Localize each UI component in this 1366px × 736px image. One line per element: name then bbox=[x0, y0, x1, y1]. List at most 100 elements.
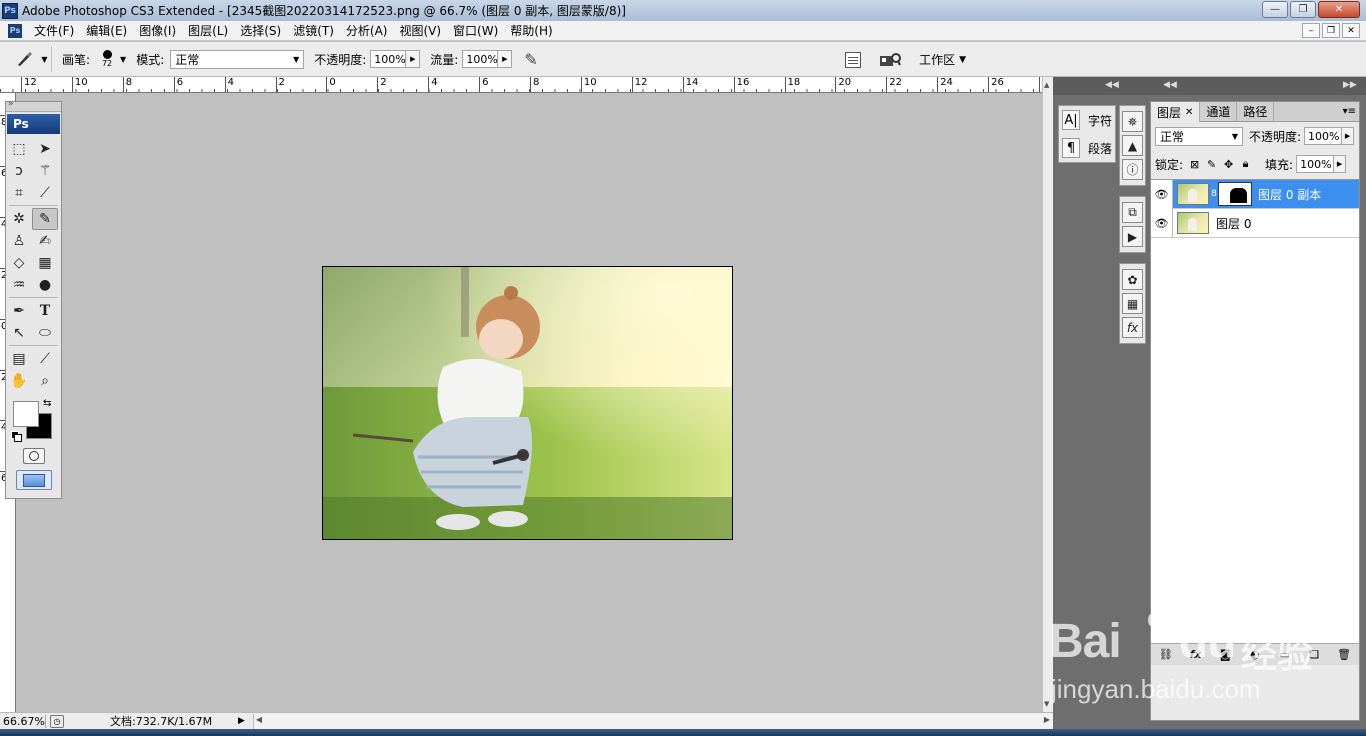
brush-picker[interactable]: 72 bbox=[98, 50, 116, 68]
collapse-icon[interactable]: ◀◀ bbox=[1163, 80, 1177, 90]
crop-tool-icon[interactable]: ⌗ bbox=[6, 182, 32, 204]
horizontal-ruler[interactable]: 121086420246810121416182022242628 bbox=[0, 77, 1042, 93]
eyedropper-tool-icon[interactable]: ⟋ bbox=[32, 348, 58, 370]
tab-channels[interactable]: 通道 bbox=[1200, 102, 1238, 121]
history-icon[interactable]: ⧉ bbox=[1122, 202, 1143, 223]
magic-wand-tool-icon[interactable]: ⚚ bbox=[32, 160, 58, 182]
menu-edit[interactable]: 编辑(E) bbox=[80, 22, 133, 39]
collapse-icon[interactable]: ◀◀ bbox=[1105, 80, 1119, 90]
minimize-button[interactable]: — bbox=[1262, 1, 1288, 18]
opacity-input[interactable]: 100% bbox=[370, 50, 407, 68]
palette-well-icon[interactable] bbox=[845, 51, 862, 68]
tool-preset-picker[interactable]: ▼ bbox=[12, 46, 52, 72]
expand-icon[interactable]: ▶▶ bbox=[1343, 80, 1357, 90]
history-brush-tool-icon[interactable]: ✍ bbox=[32, 230, 58, 252]
horizontal-scrollbar[interactable]: ◀ ▶ bbox=[252, 713, 1053, 729]
layer-style-fx-icon[interactable]: fx bbox=[1188, 648, 1204, 661]
dodge-tool-icon[interactable]: ● bbox=[32, 274, 58, 296]
document-minimize-button[interactable]: – bbox=[1302, 23, 1320, 38]
layer-name[interactable]: 图层 0 bbox=[1216, 215, 1251, 232]
workspace-menu-button[interactable]: 工作区 ▼ bbox=[919, 51, 966, 68]
styles-fx-icon[interactable]: fx bbox=[1122, 317, 1143, 338]
panel-menu-icon[interactable]: ▾≡ bbox=[1343, 106, 1356, 117]
layer-row[interactable]: 👁︎ 8 图层 0 副本 bbox=[1151, 179, 1359, 209]
bridge-icon[interactable] bbox=[879, 51, 902, 69]
zoom-level-field[interactable]: 66.67% bbox=[0, 714, 46, 728]
document-canvas[interactable] bbox=[322, 266, 733, 540]
scroll-right-icon[interactable]: ▶ bbox=[1044, 715, 1050, 724]
screen-mode-button[interactable] bbox=[15, 470, 52, 490]
move-tool-icon[interactable]: ➤ bbox=[32, 138, 58, 160]
link-layers-icon[interactable]: ⛓ bbox=[1158, 648, 1174, 661]
layer-opacity-input[interactable]: 100% bbox=[1304, 127, 1343, 145]
menu-window[interactable]: 窗口(W) bbox=[447, 22, 504, 39]
lock-all-icon[interactable]: 🔒︎ bbox=[1240, 157, 1251, 170]
default-colors-icon[interactable] bbox=[11, 431, 22, 442]
brush-tool-icon[interactable]: ✎ bbox=[32, 208, 58, 230]
menu-analysis[interactable]: 分析(A) bbox=[340, 22, 394, 39]
brush-picker-arrow-icon[interactable]: ▼ bbox=[120, 55, 126, 64]
adjustment-layer-icon[interactable]: ◐ bbox=[1247, 648, 1263, 661]
menu-select[interactable]: 选择(S) bbox=[234, 22, 287, 39]
delete-layer-icon[interactable]: 🗑︎ bbox=[1336, 648, 1352, 661]
color-swatches-icon[interactable]: ✿ bbox=[1122, 269, 1143, 290]
navigator-icon[interactable]: ✵ bbox=[1122, 111, 1143, 132]
document-close-button[interactable]: ✕ bbox=[1342, 23, 1360, 38]
pen-tool-icon[interactable]: ✒ bbox=[6, 300, 32, 322]
swatches-grid-icon[interactable]: ▦ bbox=[1122, 293, 1143, 314]
flow-slider-button[interactable]: ▶ bbox=[498, 50, 513, 68]
tab-layers[interactable]: 图层 ✕ bbox=[1151, 102, 1201, 122]
opacity-slider-button[interactable]: ▶ bbox=[406, 50, 421, 68]
paragraph-panel-button[interactable]: ¶ 段落 bbox=[1059, 134, 1115, 162]
canvas-workspace[interactable] bbox=[17, 94, 1041, 712]
toolbox-logo[interactable]: Ps bbox=[7, 114, 60, 134]
document-restore-button[interactable]: ❐ bbox=[1322, 23, 1340, 38]
new-layer-icon[interactable]: ❏ bbox=[1306, 648, 1322, 661]
maximize-button[interactable]: ❐ bbox=[1290, 1, 1316, 18]
fill-input[interactable]: 100% bbox=[1296, 155, 1335, 173]
marquee-tool-icon[interactable]: ⬚ bbox=[6, 138, 32, 160]
layer-name[interactable]: 图层 0 副本 bbox=[1258, 186, 1321, 203]
lasso-tool-icon[interactable]: ↄ bbox=[6, 160, 32, 182]
vertical-scrollbar[interactable]: ▲ ▼ bbox=[1042, 77, 1053, 712]
type-tool-icon[interactable]: T bbox=[32, 300, 58, 322]
layer-row[interactable]: 👁︎ 图层 0 bbox=[1151, 208, 1359, 238]
add-mask-icon[interactable]: ◙ bbox=[1217, 648, 1233, 661]
layer-thumbnail[interactable] bbox=[1177, 212, 1209, 234]
blur-tool-icon[interactable]: ♒ bbox=[6, 274, 32, 296]
slice-tool-icon[interactable]: ⟋ bbox=[32, 182, 58, 204]
info-icon[interactable]: ⓘ bbox=[1122, 159, 1143, 180]
actions-icon[interactable]: ▶ bbox=[1122, 226, 1143, 247]
swap-colors-icon[interactable]: ⇆ bbox=[43, 398, 51, 409]
airbrush-icon[interactable]: ✎ bbox=[524, 50, 537, 69]
mode-select[interactable]: 正常 ▼ bbox=[170, 49, 305, 69]
layer-mask-thumbnail[interactable] bbox=[1218, 182, 1252, 206]
path-selection-tool-icon[interactable]: ↖ bbox=[6, 322, 32, 344]
quick-mask-button[interactable] bbox=[22, 448, 45, 464]
document-icon[interactable]: Ps bbox=[8, 23, 22, 38]
notes-tool-icon[interactable]: ▤ bbox=[6, 348, 32, 370]
scroll-down-icon[interactable]: ▼ bbox=[1044, 700, 1049, 708]
scroll-up-icon[interactable]: ▲ bbox=[1044, 81, 1049, 89]
zoom-tool-icon[interactable]: ⌕ bbox=[32, 370, 58, 392]
layer-opacity-slider-button[interactable]: ▶ bbox=[1342, 127, 1355, 145]
histogram-icon[interactable]: ▲ bbox=[1122, 135, 1143, 156]
scroll-left-icon[interactable]: ◀ bbox=[256, 715, 262, 724]
status-menu-arrow-icon[interactable]: ▶ bbox=[238, 716, 245, 726]
menu-view[interactable]: 视图(V) bbox=[393, 22, 447, 39]
healing-brush-tool-icon[interactable]: ✲ bbox=[6, 208, 32, 230]
menu-layer[interactable]: 图层(L) bbox=[182, 22, 234, 39]
lock-position-icon[interactable]: ✥ bbox=[1223, 158, 1234, 171]
gradient-tool-icon[interactable]: ▦ bbox=[32, 252, 58, 274]
menu-help[interactable]: 帮助(H) bbox=[504, 22, 558, 39]
blend-mode-select[interactable]: 正常 ▼ bbox=[1155, 126, 1243, 146]
mask-link-icon[interactable]: 8 bbox=[1209, 189, 1219, 199]
visibility-eye-icon[interactable]: 👁︎ bbox=[1151, 179, 1173, 209]
menu-filter[interactable]: 滤镜(T) bbox=[287, 22, 340, 39]
visibility-eye-icon[interactable]: 👁︎ bbox=[1151, 208, 1173, 238]
close-tab-icon[interactable]: ✕ bbox=[1185, 107, 1193, 118]
lock-transparency-icon[interactable]: ⊠ bbox=[1189, 158, 1200, 171]
ellipse-tool-icon[interactable]: ⬭ bbox=[32, 322, 58, 344]
new-group-icon[interactable]: ▭ bbox=[1277, 648, 1293, 661]
fill-slider-button[interactable]: ▶ bbox=[1334, 155, 1347, 173]
